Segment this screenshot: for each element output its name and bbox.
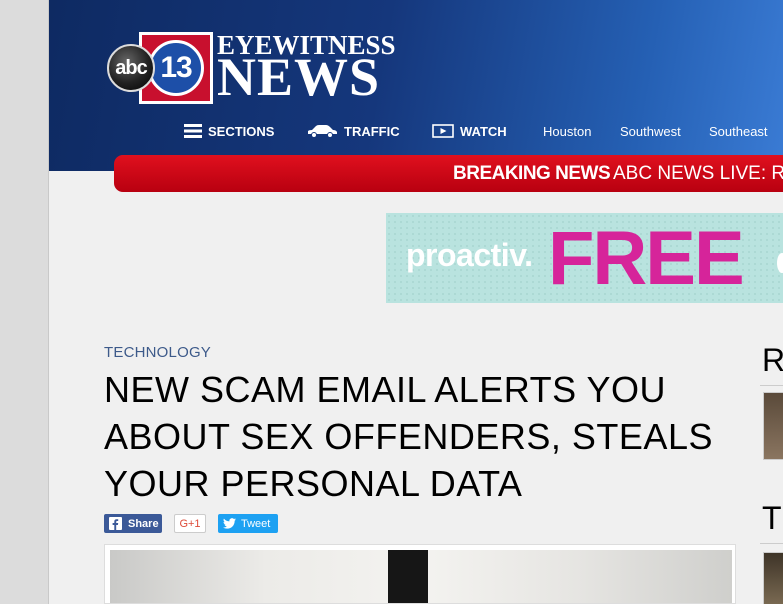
nav-sections[interactable]: SECTIONS	[184, 118, 274, 144]
page: abc 13 EYEWITNESS NEWS SECTIONS TRAFFIC …	[49, 0, 783, 604]
google-plus-button[interactable]: G+1	[174, 514, 206, 533]
nav-southwest[interactable]: Southwest	[620, 118, 681, 144]
article-hero-image[interactable]	[104, 544, 736, 604]
twitter-tweet-label: Tweet	[241, 517, 271, 530]
nav-traffic-label: TRAFFIC	[344, 123, 400, 139]
abc-logo-circle: abc	[107, 44, 155, 92]
google-plus-label: G+1	[179, 517, 201, 530]
twitter-bird-icon	[223, 518, 236, 529]
car-icon	[308, 125, 337, 138]
play-video-icon	[432, 124, 454, 138]
ad-overflow-glyph	[777, 253, 783, 273]
breaking-news-text[interactable]: ABC NEWS LIVE: Rep	[613, 155, 783, 192]
nav-watch-label: WATCH	[460, 123, 507, 139]
facebook-icon	[109, 517, 122, 530]
nav-southeast-label: Southeast	[709, 123, 768, 139]
hero-photo-tie	[388, 550, 428, 603]
facebook-share-button[interactable]: Share	[104, 514, 162, 533]
left-gutter	[0, 0, 49, 604]
nav-sections-label: SECTIONS	[208, 123, 275, 139]
nav-watch[interactable]: WATCH	[432, 118, 507, 144]
breaking-news-ticker[interactable]: BREAKING NEWS ABC NEWS LIVE: Rep	[114, 155, 783, 192]
article-category[interactable]: TECHNOLOGY	[104, 344, 211, 361]
sidebar-divider-2	[760, 543, 783, 544]
sidebar-thumbnail-1[interactable]	[763, 392, 783, 460]
sidebar-heading-1: R	[762, 342, 783, 378]
sidebar-divider-1	[760, 385, 783, 386]
abc13-logo[interactable]: abc 13 EYEWITNESS NEWS	[107, 30, 397, 105]
main-nav: SECTIONS TRAFFIC WATCH Houston Southwest…	[49, 118, 783, 144]
facebook-share-label: Share	[128, 517, 159, 530]
twitter-tweet-button[interactable]: Tweet	[218, 514, 278, 533]
article-headline: NEW SCAM EMAIL ALERTS YOU ABOUT SEX OFFE…	[104, 369, 713, 504]
ad-brand: proactiv.	[406, 237, 533, 273]
nav-houston-label: Houston	[543, 123, 592, 139]
breaking-news-label: BREAKING NEWS	[453, 163, 611, 184]
channel-number: 13	[148, 40, 204, 96]
ad-offer: FREE	[548, 216, 745, 301]
sidebar-heading-2: T	[762, 500, 782, 536]
nav-southwest-label: Southwest	[620, 123, 681, 139]
hamburger-menu-icon	[184, 124, 202, 138]
site-header: abc 13 EYEWITNESS NEWS SECTIONS TRAFFIC …	[49, 0, 783, 171]
nav-houston[interactable]: Houston	[543, 118, 591, 144]
logo-news-text: NEWS	[217, 47, 381, 107]
nav-traffic[interactable]: TRAFFIC	[306, 118, 400, 144]
advertisement-banner[interactable]: proactiv. FREE	[386, 213, 783, 303]
sidebar-thumbnail-2[interactable]	[763, 552, 783, 604]
nav-southeast[interactable]: Southeast	[709, 118, 768, 144]
